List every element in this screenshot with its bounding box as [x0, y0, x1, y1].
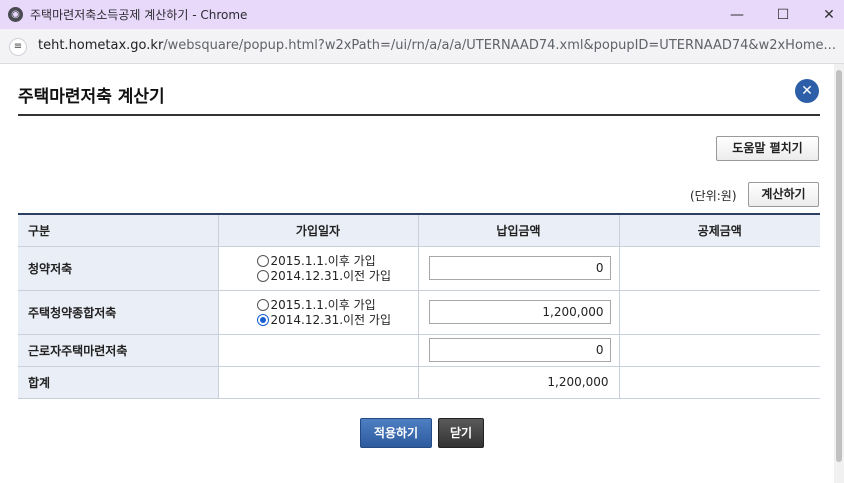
- header-paid-amount: 납입금액: [417, 213, 619, 247]
- radio-option[interactable]: 2015.1.1.이후 가입: [256, 253, 418, 268]
- scrollbar-thumb[interactable]: [836, 70, 842, 462]
- row-label: 주택청약종합저축: [18, 290, 218, 335]
- deduction-cell: [618, 246, 820, 291]
- radio-label: 2014.12.31.이전 가입: [270, 269, 392, 283]
- minimize-button[interactable]: —: [714, 0, 760, 29]
- address-bar[interactable]: ≡ teht.hometax.go.kr/websquare/popup.htm…: [0, 29, 844, 64]
- radio-option[interactable]: 2014.12.31.이전 가입: [256, 312, 418, 327]
- deduction-cell: [618, 290, 820, 335]
- radio-button[interactable]: [256, 269, 269, 282]
- paid-amount-input[interactable]: [428, 338, 611, 362]
- popup-title: 주택마련저축 계산기: [18, 87, 165, 107]
- radio-option[interactable]: 2015.1.1.이후 가입: [256, 297, 418, 312]
- calculate-button[interactable]: 계산하기: [748, 182, 819, 207]
- join-date-empty: [217, 334, 418, 367]
- join-date-options: 2015.1.1.이후 가입 2014.12.31.이전 가입: [217, 246, 418, 291]
- table-row: 근로자주택마련저축: [18, 334, 820, 367]
- apply-button[interactable]: 적용하기: [360, 418, 432, 448]
- url-host: teht.hometax.go.kr: [38, 38, 164, 53]
- radio-button[interactable]: [256, 298, 269, 311]
- row-label: 근로자주택마련저축: [18, 334, 218, 367]
- unit-label: (단위:원): [690, 189, 737, 203]
- popup-close-icon[interactable]: ✕: [795, 79, 819, 103]
- url-path: /websquare/popup.html?w2xPath=/ui/rn/a/a…: [163, 38, 836, 53]
- paid-amount-input[interactable]: [428, 300, 611, 324]
- deduction-cell: [618, 334, 820, 367]
- header-join-date: 가입일자: [217, 213, 418, 247]
- radio-button-selected[interactable]: [256, 313, 269, 326]
- paid-amount-cell: [417, 334, 619, 367]
- table-row: 청약저축 2015.1.1.이후 가입 2014.12.31.이전 가입: [18, 246, 820, 291]
- radio-label: 2014.12.31.이전 가입: [270, 313, 392, 327]
- table-header-row: 구분 가입일자 납입금액 공제금액: [18, 213, 820, 247]
- header-deduction-amount: 공제금액: [618, 213, 820, 247]
- join-date-empty: [217, 366, 418, 399]
- radio-button[interactable]: [256, 254, 269, 267]
- window-titlebar: ◉ 주택마련저축소득공제 계산하기 - Chrome — ☐ ✕: [0, 0, 844, 29]
- radio-option[interactable]: 2014.12.31.이전 가입: [256, 268, 418, 283]
- row-label: 합계: [18, 366, 218, 399]
- total-amount: 1,200,000: [417, 366, 619, 399]
- table-row-total: 합계 1,200,000: [18, 366, 820, 399]
- url-text[interactable]: teht.hometax.go.kr/websquare/popup.html?…: [38, 38, 838, 53]
- deduction-cell: [618, 366, 820, 399]
- site-globe-icon: ◉: [8, 7, 23, 22]
- paid-amount-cell: [417, 290, 619, 335]
- header-category: 구분: [18, 213, 218, 247]
- join-date-options: 2015.1.1.이후 가입 2014.12.31.이전 가입: [217, 290, 418, 335]
- table-row: 주택청약종합저축 2015.1.1.이후 가입 2014.12.31.이전 가입: [18, 290, 820, 335]
- row-label: 청약저축: [18, 246, 218, 291]
- window-close-button[interactable]: ✕: [806, 0, 844, 29]
- help-expand-button[interactable]: 도움말 펼치기: [716, 136, 819, 161]
- paid-amount-input[interactable]: [428, 256, 611, 280]
- savings-table: 구분 가입일자 납입금액 공제금액 청약저축 2015.1.1.이후 가입 20…: [18, 213, 820, 399]
- title-divider: [18, 114, 820, 116]
- site-info-icon[interactable]: ≡: [9, 38, 27, 56]
- close-button[interactable]: 닫기: [438, 418, 484, 448]
- paid-amount-cell: [417, 246, 619, 291]
- window-title: 주택마련저축소득공제 계산하기 - Chrome: [30, 8, 248, 22]
- maximize-button[interactable]: ☐: [760, 0, 806, 29]
